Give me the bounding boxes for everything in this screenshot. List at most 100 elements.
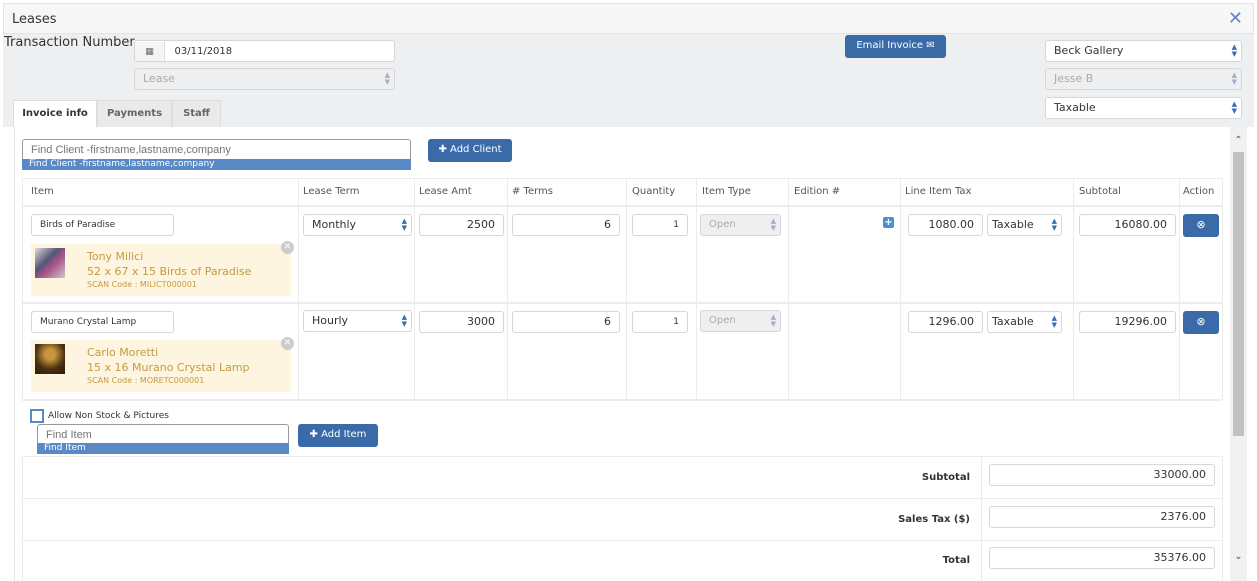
divider: [22, 540, 1222, 541]
select-arrows-icon: ▲ ▼: [1051, 217, 1057, 232]
allow-non-stock-checkbox[interactable]: [30, 409, 44, 423]
divider: [981, 456, 982, 581]
staff-value: Jesse B: [1054, 72, 1094, 85]
subtotal-total-input[interactable]: 33000.00: [989, 464, 1215, 486]
transaction-label: Transaction Number: [4, 35, 135, 50]
lease-term-select[interactable]: Monthly ▲ ▼: [303, 214, 412, 236]
header-action: Action: [1183, 186, 1215, 197]
terms-input[interactable]: 6: [512, 214, 620, 236]
add-item-label: Add Item: [321, 429, 367, 440]
tab-staff[interactable]: Staff: [172, 100, 221, 127]
remove-icon[interactable]: ✕: [281, 241, 294, 254]
email-invoice-button[interactable]: Email Invoice ✉: [845, 35, 946, 58]
select-arrows-icon: ▲ ▼: [770, 217, 776, 232]
delete-row-button[interactable]: ⊗: [1183, 311, 1219, 334]
divider: [298, 178, 299, 400]
add-item-button[interactable]: ✚ Add Item: [298, 424, 378, 447]
artwork-thumbnail: [35, 248, 65, 278]
scan-code: SCAN Code : MORETC000001: [87, 376, 205, 385]
subtotal-input[interactable]: 16080.00: [1079, 214, 1176, 236]
header-terms: # Terms: [512, 186, 554, 197]
item-suggestion[interactable]: Find Item: [37, 443, 289, 454]
divider: [696, 178, 697, 400]
header-edition: Edition #: [794, 186, 841, 197]
type-select[interactable]: Lease ▲ ▼: [134, 68, 395, 90]
quantity-input[interactable]: 1: [632, 311, 688, 333]
divider: [507, 178, 508, 400]
item-type-select[interactable]: Open ▲ ▼: [700, 214, 781, 236]
artist-name: Carlo Moretti: [87, 346, 159, 359]
divider: [22, 178, 23, 400]
find-client-input[interactable]: [22, 139, 411, 161]
add-client-button[interactable]: ✚ Add Client: [428, 139, 512, 162]
header-lease-amt: Lease Amt: [419, 186, 472, 197]
delete-row-button[interactable]: ⊗: [1183, 214, 1219, 237]
gallery-select[interactable]: Beck Gallery ▲ ▼: [1045, 40, 1242, 62]
tax-status-select[interactable]: Taxable ▲ ▼: [1045, 97, 1242, 119]
remove-circle-icon: ⊗: [1196, 315, 1206, 328]
divider: [22, 302, 1222, 304]
client-suggestion[interactable]: Find Client -firstname,lastname,company: [22, 159, 411, 170]
add-edition-icon[interactable]: +: [883, 217, 894, 228]
subtotal-label: Subtotal: [921, 472, 970, 483]
header-line-tax: Line Item Tax: [905, 186, 972, 197]
tax-status-value: Taxable: [992, 218, 1034, 231]
item-type-value: Open: [709, 315, 736, 326]
item-type-select[interactable]: Open ▲ ▼: [700, 310, 781, 332]
plus-icon: ✚: [309, 429, 318, 440]
item-name-input[interactable]: Murano Crystal Lamp: [31, 311, 174, 333]
lease-amt-input[interactable]: 2500: [419, 214, 504, 236]
calendar-icon: ▦: [135, 42, 165, 61]
staff-select[interactable]: Jesse B ▲ ▼: [1045, 68, 1242, 90]
remove-icon[interactable]: ✕: [281, 337, 294, 350]
lease-term-select[interactable]: Hourly ▲ ▼: [303, 310, 412, 332]
window-title: Leases: [12, 12, 57, 27]
divider: [414, 178, 415, 400]
divider: [1179, 178, 1180, 400]
select-arrows-icon: ▲ ▼: [384, 71, 390, 86]
add-client-label: Add Client: [450, 144, 502, 155]
lease-term-value: Hourly: [312, 314, 349, 327]
line-tax-input[interactable]: 1296.00: [908, 311, 983, 333]
divider: [22, 456, 23, 581]
divider: [1222, 456, 1223, 581]
select-arrows-icon: ▲ ▼: [401, 313, 407, 328]
close-icon[interactable]: ✕: [1228, 8, 1243, 29]
total-input[interactable]: 35376.00: [989, 547, 1215, 569]
lease-term-value: Monthly: [312, 218, 357, 231]
line-tax-status-select[interactable]: Taxable ▲ ▼: [987, 311, 1062, 333]
header-subtotal: Subtotal: [1079, 186, 1121, 197]
line-tax-status-select[interactable]: Taxable ▲ ▼: [987, 214, 1062, 236]
gallery-value: Beck Gallery: [1054, 44, 1124, 57]
divider: [788, 178, 789, 400]
remove-circle-icon: ⊗: [1196, 218, 1206, 231]
divider: [22, 205, 1222, 207]
line-tax-input[interactable]: 1080.00: [908, 214, 983, 236]
divider: [22, 498, 1222, 499]
tax-status-value: Taxable: [1054, 101, 1096, 114]
tax-status-value: Taxable: [992, 315, 1034, 328]
item-card: Carlo Moretti 15 x 16 Murano Crystal Lam…: [31, 337, 294, 392]
email-label: Email Invoice: [856, 40, 924, 51]
terms-input[interactable]: 6: [512, 311, 620, 333]
subtotal-input[interactable]: 19296.00: [1079, 311, 1176, 333]
divider: [22, 456, 1222, 457]
total-label: Total: [942, 555, 970, 566]
item-card: Tony Milici 52 x 67 x 15 Birds of Paradi…: [31, 241, 294, 296]
item-name-input[interactable]: Birds of Paradise: [31, 214, 174, 236]
lease-amt-input[interactable]: 3000: [419, 311, 504, 333]
scrollbar[interactable]: ⌃ ⌄: [1230, 127, 1247, 581]
scrollbar-thumb[interactable]: [1233, 152, 1244, 436]
tab-payments[interactable]: Payments: [97, 100, 172, 127]
select-arrows-icon: ▲ ▼: [401, 217, 407, 232]
scroll-up-icon[interactable]: ⌃: [1230, 135, 1247, 146]
scroll-down-icon[interactable]: ⌄: [1230, 551, 1247, 562]
header-item-type: Item Type: [702, 186, 751, 197]
tab-invoice-info[interactable]: Invoice info: [13, 100, 97, 127]
quantity-input[interactable]: 1: [632, 214, 688, 236]
date-value: 03/11/2018: [174, 46, 233, 57]
title-bar: Leases ✕: [3, 3, 1254, 34]
date-field[interactable]: ▦ 03/11/2018: [134, 40, 395, 62]
sales-tax-input[interactable]: 2376.00: [989, 506, 1215, 528]
divider: [1222, 178, 1223, 400]
